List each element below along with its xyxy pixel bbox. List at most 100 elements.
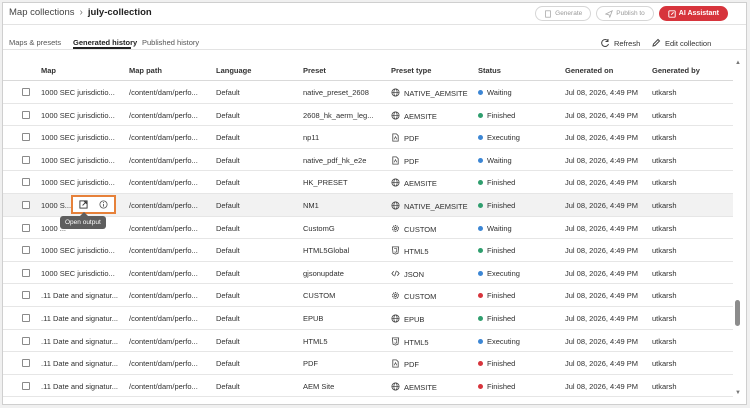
tab-published-history[interactable]: Published history (142, 38, 199, 47)
status-badge: Executing (487, 268, 520, 278)
scroll-down-arrow-icon[interactable]: ▼ (734, 389, 742, 397)
status-badge: Finished (487, 178, 516, 188)
status-dot (478, 135, 483, 141)
map-cell[interactable]: .11 Date and signatur... (41, 359, 118, 368)
map-cell[interactable]: 1000 SEC jurisdictio... (41, 133, 115, 142)
map-cell[interactable]: 1000 SEC jurisdictio... (41, 246, 115, 255)
map-cell[interactable]: .11 Date and signatur... (41, 291, 118, 300)
generated-by-cell: utkarsh (652, 291, 677, 301)
info-icon[interactable] (99, 200, 108, 209)
open-output-icon[interactable] (79, 200, 88, 209)
table-row[interactable]: .11 Date and signatur... /content/dam/per… (3, 330, 733, 353)
row-checkbox[interactable] (22, 381, 30, 390)
table-row[interactable]: .11 Date and signatur... /content/dam/per… (3, 307, 733, 330)
map-cell[interactable]: 1000 SEC jurisdictio... (41, 156, 115, 165)
status-badge: Executing (487, 133, 520, 143)
row-checkbox[interactable] (22, 155, 30, 164)
row-checkbox[interactable] (22, 359, 30, 368)
row-checkbox[interactable] (22, 268, 30, 277)
preset-type-label: JSON (404, 269, 425, 279)
table-row[interactable]: .11 Date and signatur... /content/dam/per… (3, 352, 733, 375)
preset-cell: HTML5Global (303, 246, 350, 256)
preset-type-cell: AEMSITE (391, 382, 437, 393)
map-cell[interactable]: .11 Date and signatur... (41, 337, 118, 346)
row-checkbox[interactable] (22, 133, 30, 142)
tab-generated-history[interactable]: Generated history (73, 38, 137, 47)
col-preset-type[interactable]: Preset type (391, 66, 431, 75)
preset-type-label: PDF (404, 134, 419, 144)
row-checkbox[interactable] (22, 201, 30, 209)
row-checkbox[interactable] (22, 110, 30, 119)
tab-maps-presets[interactable]: Maps & presets (9, 38, 61, 47)
map-path-cell: /content/dam/perfo... (129, 223, 198, 233)
col-map-path[interactable]: Map path (129, 66, 162, 75)
status-badge: Executing (487, 336, 520, 346)
table-row[interactable]: 1000 SEC jurisdictio... /content/dam/perf… (3, 126, 733, 149)
row-checkbox[interactable] (22, 178, 30, 187)
row-checkbox[interactable] (22, 336, 30, 345)
preset-type-label: AEMSITE (404, 179, 437, 189)
table-row[interactable]: 1000 SEC jurisdictio... /content/dam/perf… (3, 81, 733, 104)
row-checkbox[interactable] (22, 88, 30, 96)
table-row[interactable]: 1000 SEC jurisdictio... /content/dam/perf… (3, 262, 733, 285)
table-row[interactable]: .11 Date and signatur... /content/dam/per… (3, 375, 733, 398)
map-cell[interactable]: .11 Date and signatur... (41, 314, 118, 323)
map-cell[interactable]: 1000 S... (41, 201, 71, 210)
globe-icon (391, 201, 400, 212)
row-checkbox[interactable] (22, 314, 30, 322)
status-badge: Finished (487, 381, 516, 391)
map-cell[interactable]: 1000 SEC jurisdictio... (41, 88, 115, 97)
publish-button[interactable]: Publish to (596, 6, 654, 21)
generated-by-cell: utkarsh (652, 223, 677, 233)
status-cell: Executing (478, 337, 520, 346)
generate-button[interactable]: Generate (535, 6, 592, 21)
map-cell[interactable]: 1000 SEC jurisdictio... (41, 178, 115, 187)
table-row[interactable]: 1000 SEC jurisdictio... /content/dam/perf… (3, 149, 733, 172)
vertical-scrollbar[interactable]: ▲ ▼ (734, 59, 742, 404)
preset-type-label: HTML5 (404, 247, 429, 257)
row-checkbox[interactable] (22, 223, 30, 232)
preset-cell: NM1 (303, 201, 319, 210)
preset-type-cell: EPUB (391, 314, 424, 325)
col-generated-on[interactable]: Generated on (565, 66, 613, 75)
ai-icon (668, 9, 676, 18)
html5-icon (391, 246, 400, 257)
preset-cell: 2608_hk_aerm_leg... (303, 110, 374, 120)
table-row[interactable]: .11 Date and signatur... /content/dam/per… (3, 284, 733, 307)
table-row[interactable]: 1000 SEC jurisdictio... /content/dam/perf… (3, 104, 733, 127)
col-preset[interactable]: Preset (303, 66, 326, 75)
map-cell[interactable]: .11 Date and signatur... (41, 382, 118, 391)
pdf-icon (391, 156, 400, 167)
pencil-icon (652, 38, 661, 47)
scroll-up-arrow-icon[interactable]: ▲ (734, 59, 742, 67)
row-checkbox[interactable] (22, 246, 30, 255)
scrollbar-thumb[interactable] (735, 300, 740, 326)
col-map[interactable]: Map (41, 66, 56, 75)
refresh-button[interactable]: Refresh (600, 38, 640, 48)
generated-on-cell: Jul 08, 2026, 4:49 PM (565, 359, 638, 369)
edit-collection-button[interactable]: Edit collection (651, 38, 711, 48)
page-title: july-collection (87, 7, 152, 18)
generated-on-cell: Jul 08, 2026, 4:49 PM (565, 381, 638, 391)
status-dot (478, 293, 483, 299)
status-badge: Finished (487, 314, 516, 323)
map-cell[interactable]: 1000 SEC jurisdictio... (41, 111, 115, 120)
table-row[interactable]: 1000 SEC jurisdictio... /content/dam/perf… (3, 171, 733, 194)
ai-assistant-button[interactable]: AI Assistant (658, 6, 728, 21)
table-row[interactable]: 1000 S... /content/dam/perfo... Default NM1… (3, 194, 733, 217)
table-row[interactable]: 1000 .../content/dam/perfo... Default Cust… (3, 217, 733, 240)
map-cell[interactable]: 1000 SEC jurisdictio... (41, 269, 115, 278)
generated-by-cell: utkarsh (652, 88, 677, 97)
language-cell: Default (216, 133, 240, 143)
breadcrumb-map-collections[interactable]: Map collections (9, 7, 74, 18)
col-generated-by[interactable]: Generated by (652, 66, 700, 75)
row-checkbox[interactable] (22, 291, 30, 300)
status-badge: Waiting (487, 223, 512, 233)
open-output-tooltip: Open output (60, 212, 106, 229)
col-status[interactable]: Status (478, 66, 501, 75)
col-language[interactable]: Language (216, 66, 251, 75)
status-badge: Finished (487, 110, 516, 120)
status-cell: Finished (478, 382, 515, 391)
table-row[interactable]: 1000 SEC jurisdictio... /content/dam/perf… (3, 239, 733, 262)
generated-on-cell: Jul 08, 2026, 4:49 PM (565, 246, 638, 256)
